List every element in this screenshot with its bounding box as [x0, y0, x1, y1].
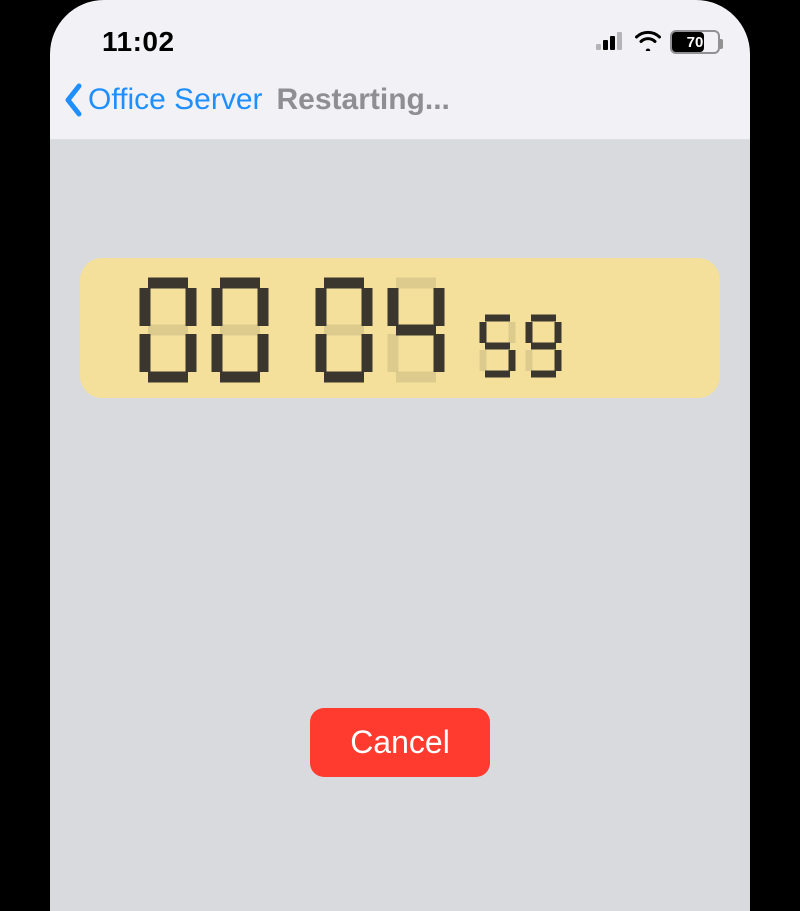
wifi-icon [634, 29, 662, 56]
back-label: Office Server [88, 83, 263, 117]
page-title: Restarting... [277, 83, 450, 117]
nav-bar: Office Server Restarting... [50, 70, 750, 140]
back-button[interactable]: Office Server [62, 83, 263, 117]
status-indicators: 70 [596, 29, 720, 56]
phone-frame: 11:02 70 [50, 0, 750, 911]
content-area: .sg { stroke: #3b372f; stroke-width: 11;… [50, 140, 750, 911]
seven-segment-readout: .sg { stroke: #3b372f; stroke-width: 11;… [120, 273, 680, 383]
timer-display: .sg { stroke: #3b372f; stroke-width: 11;… [80, 258, 720, 398]
chevron-left-icon [62, 83, 86, 117]
status-time: 11:02 [102, 26, 175, 58]
cellular-icon [596, 30, 626, 55]
status-bar: 11:02 70 [50, 14, 750, 70]
battery-icon: 70 [670, 30, 720, 54]
cancel-button[interactable]: Cancel [310, 708, 490, 777]
battery-percent: 70 [672, 34, 718, 51]
